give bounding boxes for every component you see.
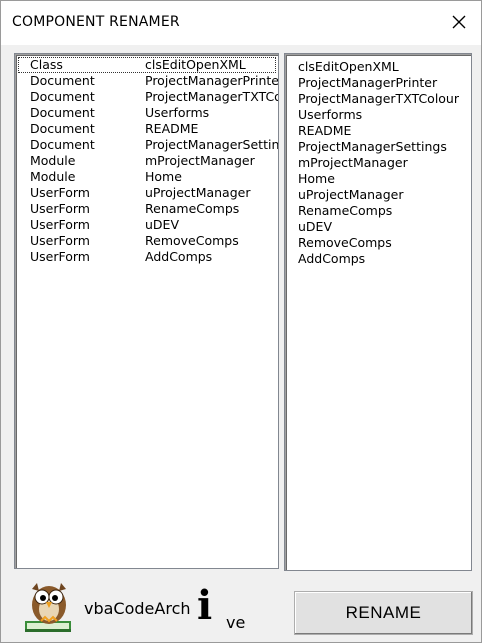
list-item[interactable]: UserForm uProjectManager	[18, 185, 276, 201]
title-bar: COMPONENT RENAMER	[1, 1, 481, 45]
component-name: mProjectManager	[145, 153, 255, 168]
list-item[interactable]: uProjectManager	[298, 187, 403, 203]
list-item[interactable]: clsEditOpenXML	[298, 59, 399, 75]
component-name: uDEV	[145, 217, 179, 232]
component-type: Module	[30, 169, 76, 184]
new-name-list[interactable]: clsEditOpenXML ProjectManagerPrinter Proje…	[284, 53, 472, 571]
component-type: Document	[30, 137, 95, 152]
component-type: UserForm	[30, 249, 90, 264]
list-item[interactable]: Userforms	[298, 107, 362, 123]
list-item[interactable]: ProjectManagerPrinter	[298, 75, 437, 91]
brand-text: vbaCodeArch	[84, 599, 191, 618]
list-item[interactable]: Document ProjectManagerPrinter	[18, 73, 279, 89]
component-list[interactable]: Class clsEditOpenXML Document ProjectManage…	[14, 53, 279, 569]
list-item[interactable]: README	[298, 123, 351, 139]
component-type: UserForm	[30, 233, 90, 248]
component-type: Document	[30, 89, 95, 104]
component-name: AddComps	[145, 249, 213, 264]
component-name: Userforms	[145, 105, 210, 120]
list-item[interactable]: Home	[298, 171, 335, 187]
rename-button[interactable]: RENAME	[294, 591, 473, 635]
list-item[interactable]: UserForm RenameComps	[18, 201, 276, 217]
component-name: clsEditOpenXML	[145, 57, 246, 72]
component-name: uProjectManager	[145, 185, 251, 200]
owl-logo-icon	[25, 583, 71, 632]
list-item[interactable]: RemoveComps	[298, 235, 392, 251]
component-renamer-window: COMPONENT RENAMER Class clsEditOpenXML Doc…	[0, 0, 482, 643]
list-item[interactable]: ProjectManagerTXTColour	[298, 91, 459, 107]
list-item[interactable]: ProjectManagerSettings	[298, 139, 447, 155]
window-title: COMPONENT RENAMER	[12, 14, 180, 30]
component-type: UserForm	[30, 185, 90, 200]
list-item[interactable]: Document README	[18, 121, 276, 137]
component-type: UserForm	[30, 217, 90, 232]
close-icon[interactable]	[451, 14, 467, 30]
list-item[interactable]: uDEV	[298, 219, 332, 235]
component-type: UserForm	[30, 201, 90, 216]
component-type: Document	[30, 73, 95, 88]
component-type: Module	[30, 153, 76, 168]
list-item[interactable]: UserForm RemoveComps	[18, 233, 276, 249]
list-item[interactable]: AddComps	[298, 251, 365, 267]
list-item[interactable]: Module Home	[18, 169, 276, 185]
component-type: Document	[30, 105, 95, 120]
brand-text-end: ve	[226, 613, 246, 632]
list-item[interactable]: Module mProjectManager	[18, 153, 276, 169]
list-item[interactable]: UserForm uDEV	[18, 217, 276, 233]
component-name: ProjectManagerPrinter	[145, 73, 279, 88]
list-item[interactable]: UserForm AddComps	[18, 249, 276, 265]
component-name: RenameComps	[145, 201, 240, 216]
component-name: Home	[145, 169, 182, 184]
list-item[interactable]: Document ProjectManagerSettings	[18, 137, 279, 153]
component-name: README	[145, 121, 199, 136]
component-name: ProjectManagerTXTColour	[145, 89, 278, 104]
list-item[interactable]: Class clsEditOpenXML	[18, 57, 276, 73]
brand-info-i: i	[197, 582, 213, 629]
list-item[interactable]: RenameComps	[298, 203, 392, 219]
component-name: ProjectManagerSettings	[145, 137, 279, 152]
component-name: RemoveComps	[145, 233, 239, 248]
list-item[interactable]: mProjectManager	[298, 155, 408, 171]
component-type: Document	[30, 121, 95, 136]
list-item[interactable]: Document Userforms	[18, 105, 276, 121]
list-item[interactable]: Document ProjectManagerTXTColour	[18, 89, 278, 105]
component-type: Class	[30, 57, 63, 72]
